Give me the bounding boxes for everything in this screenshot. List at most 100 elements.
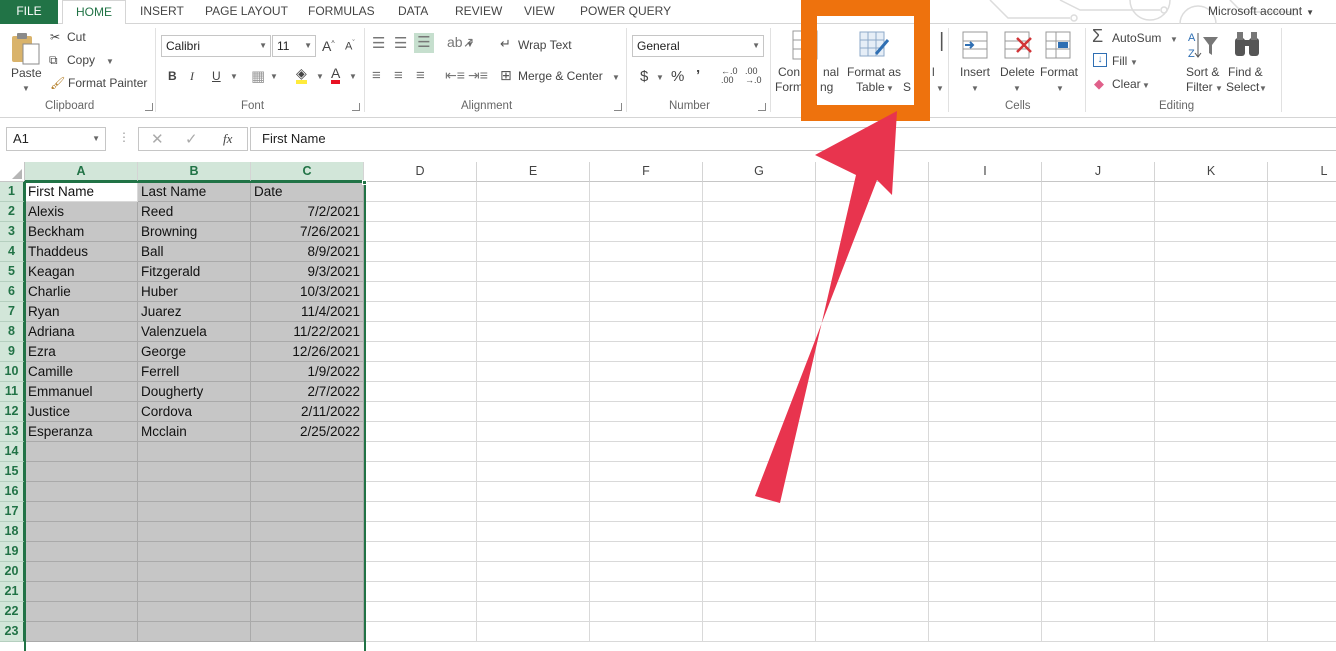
cell-c1[interactable]: Date [251,182,364,202]
row-header-8[interactable]: 8 [0,322,25,342]
cell-c10[interactable]: 1/9/2022 [251,362,364,382]
copy-dropdown[interactable]: ▼ [106,57,114,66]
cell-h22[interactable] [816,602,929,622]
underline-dropdown[interactable]: ▼ [230,72,238,81]
cell-f23[interactable] [590,622,703,642]
cell-b1[interactable]: Last Name [138,182,251,202]
cell-i18[interactable] [929,522,1042,542]
row-header-3[interactable]: 3 [0,222,25,242]
column-header-b[interactable]: B [138,162,251,182]
cell-g21[interactable] [703,582,816,602]
fill-color-icon[interactable]: ◈ [296,66,307,84]
cell-j5[interactable] [1042,262,1155,282]
comma-button[interactable]: ’ [696,67,700,84]
cell-k2[interactable] [1155,202,1268,222]
row-header-17[interactable]: 17 [0,502,25,522]
cell-k1[interactable] [1155,182,1268,202]
borders-icon[interactable]: ▦ [251,67,265,85]
column-header-e[interactable]: E [477,162,590,182]
cell-k15[interactable] [1155,462,1268,482]
sort-filter-dropdown[interactable]: ▼ [1215,84,1223,93]
cell-k10[interactable] [1155,362,1268,382]
formula-input[interactable]: First Name [250,127,1336,151]
cell-c3[interactable]: 7/26/2021 [251,222,364,242]
cell-i22[interactable] [929,602,1042,622]
cell-h10[interactable] [816,362,929,382]
cell-j8[interactable] [1042,322,1155,342]
cell-b13[interactable]: Mcclain [138,422,251,442]
find-select-button[interactable]: Find & [1228,65,1263,79]
cell-i12[interactable] [929,402,1042,422]
cell-l16[interactable] [1268,482,1336,502]
cell-i14[interactable] [929,442,1042,462]
cell-g15[interactable] [703,462,816,482]
row-header-1[interactable]: 1 [0,182,25,202]
cell-a19[interactable] [25,542,138,562]
cell-a2[interactable]: Alexis [25,202,138,222]
tab-formulas[interactable]: FORMULAS [308,0,375,24]
cell-e2[interactable] [477,202,590,222]
cell-h2[interactable] [816,202,929,222]
cell-g23[interactable] [703,622,816,642]
cell-h23[interactable] [816,622,929,642]
cell-c19[interactable] [251,542,364,562]
cell-a15[interactable] [25,462,138,482]
cell-g22[interactable] [703,602,816,622]
cell-b8[interactable]: Valenzuela [138,322,251,342]
cell-styles-dropdown[interactable]: ▼ [936,84,944,93]
worksheet-grid[interactable]: ABCDEFGHIJKL 1 2 3 4 5 6 7 8 9 10 11 12 13 14 15 16 17 18… [0,162,1336,651]
borders-dropdown[interactable]: ▼ [270,72,278,81]
cell-f6[interactable] [590,282,703,302]
cell-d7[interactable] [364,302,477,322]
cell-l14[interactable] [1268,442,1336,462]
row-header-6[interactable]: 6 [0,282,25,302]
align-left-icon[interactable]: ≡ [372,67,381,84]
cell-h3[interactable] [816,222,929,242]
cell-i3[interactable] [929,222,1042,242]
cell-f5[interactable] [590,262,703,282]
cell-i7[interactable] [929,302,1042,322]
number-format-select[interactable]: General ▼ [632,35,764,57]
cell-b5[interactable]: Fitzgerald [138,262,251,282]
cell-b4[interactable]: Ball [138,242,251,262]
font-launcher-icon[interactable] [352,103,360,111]
cell-j1[interactable] [1042,182,1155,202]
cell-f11[interactable] [590,382,703,402]
cell-g17[interactable] [703,502,816,522]
cell-f2[interactable] [590,202,703,222]
cell-l5[interactable] [1268,262,1336,282]
cell-i6[interactable] [929,282,1042,302]
cell-l4[interactable] [1268,242,1336,262]
clipboard-launcher-icon[interactable] [145,103,153,111]
cell-j19[interactable] [1042,542,1155,562]
cell-g7[interactable] [703,302,816,322]
cell-c16[interactable] [251,482,364,502]
cell-b22[interactable] [138,602,251,622]
cell-b2[interactable]: Reed [138,202,251,222]
cell-j12[interactable] [1042,402,1155,422]
cell-l11[interactable] [1268,382,1336,402]
cell-e13[interactable] [477,422,590,442]
column-header-a[interactable]: A [25,162,138,182]
cell-d3[interactable] [364,222,477,242]
cell-k14[interactable] [1155,442,1268,462]
cell-h15[interactable] [816,462,929,482]
cell-h21[interactable] [816,582,929,602]
cell-e8[interactable] [477,322,590,342]
format-as-table-dropdown[interactable]: ▼ [886,84,894,93]
cell-l22[interactable] [1268,602,1336,622]
tab-file[interactable]: FILE [0,0,58,24]
cell-a10[interactable]: Camille [25,362,138,382]
cell-b16[interactable] [138,482,251,502]
cell-styles-label-1[interactable]: l [932,65,935,79]
cell-k3[interactable] [1155,222,1268,242]
cell-a1[interactable]: First Name [25,182,138,202]
cell-i16[interactable] [929,482,1042,502]
cell-k21[interactable] [1155,582,1268,602]
cell-f18[interactable] [590,522,703,542]
cell-k16[interactable] [1155,482,1268,502]
copy-button[interactable]: Copy [67,53,95,67]
align-right-icon[interactable]: ≡ [416,67,425,84]
cell-e21[interactable] [477,582,590,602]
cell-c15[interactable] [251,462,364,482]
